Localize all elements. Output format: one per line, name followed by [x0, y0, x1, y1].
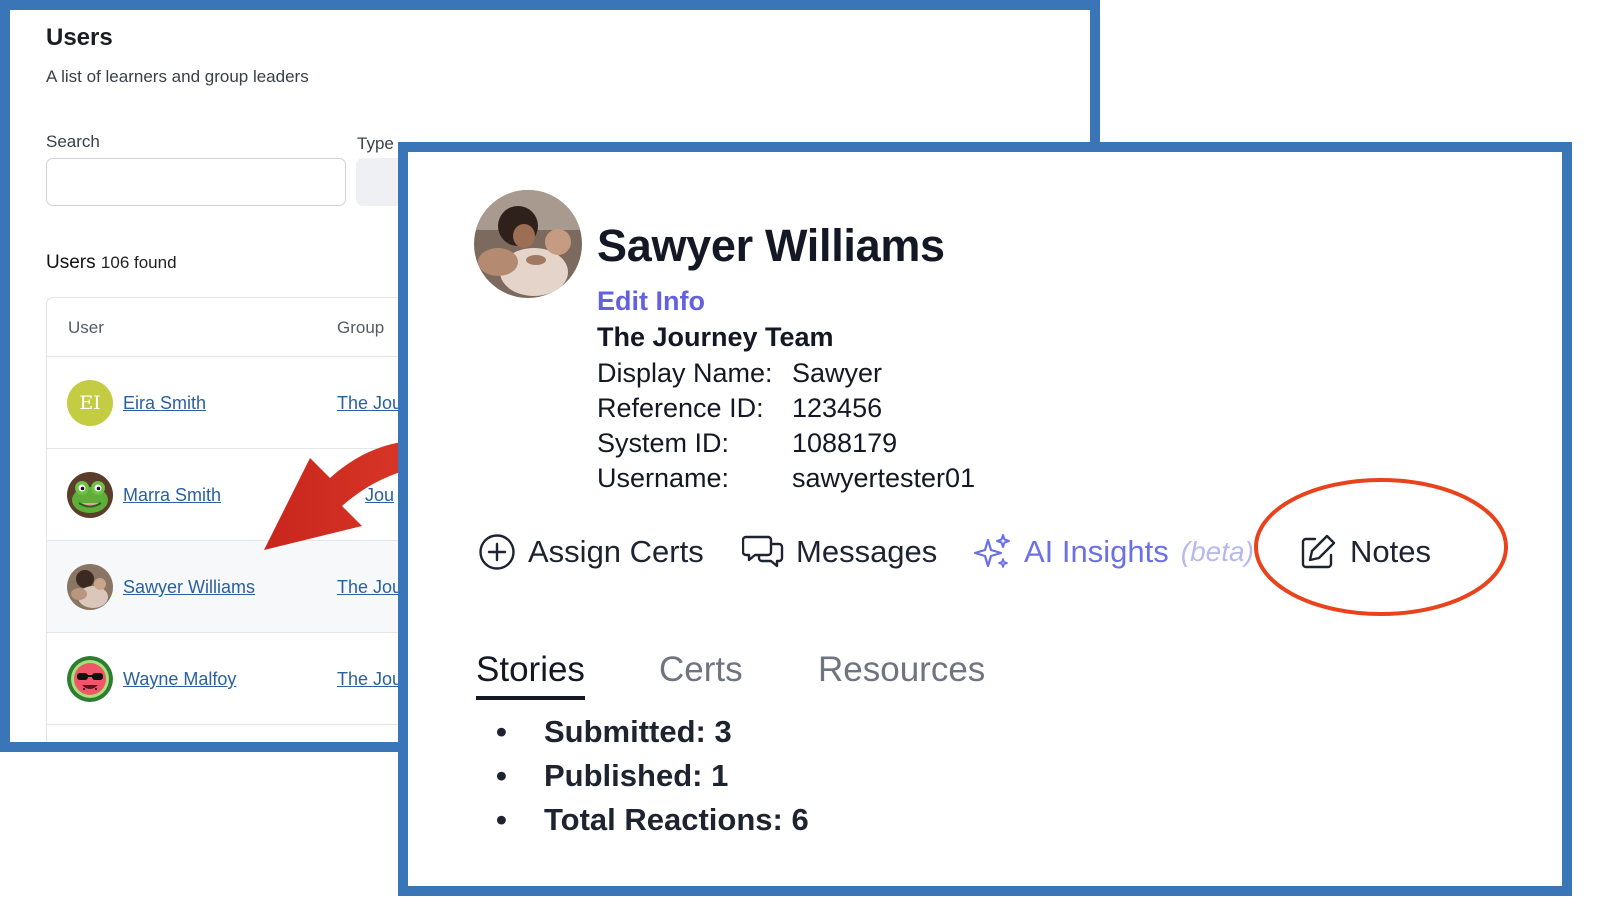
- plus-circle-icon: [479, 534, 515, 570]
- system-id-row: System ID: 1088179: [597, 428, 897, 459]
- messages-button[interactable]: Messages: [742, 528, 937, 576]
- profile-photo: [474, 190, 582, 298]
- display-name-label: Display Name:: [597, 358, 773, 388]
- search-input[interactable]: [46, 158, 346, 206]
- frog-avatar-icon: [67, 472, 113, 518]
- tab-stories[interactable]: Stories: [476, 650, 585, 700]
- watermelon-avatar-icon: [67, 656, 113, 702]
- page-title: Users: [46, 24, 113, 51]
- reference-id-row: Reference ID: 123456: [597, 393, 882, 424]
- system-id-label: System ID:: [597, 428, 730, 458]
- system-id-value: 1088179: [792, 428, 898, 458]
- ai-insights-button[interactable]: AI Insights (beta): [972, 528, 1254, 576]
- username-row: Username: sawyertester01: [597, 463, 975, 494]
- group-link[interactable]: The Jou: [337, 577, 402, 598]
- page-subtitle: A list of learners and group leaders: [46, 67, 309, 86]
- group-link[interactable]: The Jou: [337, 393, 402, 414]
- story-stats-list: Submitted: 3 Published: 1 Total Reaction…: [484, 714, 809, 846]
- users-count-label: Users: [46, 252, 96, 273]
- reference-id-label: Reference ID:: [597, 393, 764, 423]
- assign-certs-button[interactable]: Assign Certs: [478, 528, 704, 576]
- search-label: Search: [46, 132, 100, 151]
- display-name-value: Sawyer: [792, 358, 883, 388]
- username-label: Username:: [597, 463, 730, 493]
- ai-insights-label: AI Insights: [1024, 534, 1169, 569]
- username-value: sawyertester01: [792, 463, 976, 493]
- list-item: Submitted: 3: [484, 714, 809, 758]
- messages-label: Messages: [796, 534, 938, 569]
- tab-certs[interactable]: Certs: [659, 650, 743, 690]
- avatar: EI: [67, 380, 113, 426]
- user-link[interactable]: Eira Smith: [123, 393, 206, 414]
- assign-certs-label: Assign Certs: [528, 534, 704, 569]
- chat-bubbles-icon: [742, 535, 784, 568]
- user-link[interactable]: Wayne Malfoy: [123, 669, 236, 690]
- user-link[interactable]: Sawyer Williams: [123, 577, 255, 598]
- users-count-value: 106 found: [100, 253, 177, 272]
- user-profile-panel: Sawyer Williams Edit Info The Journey Te…: [398, 142, 1572, 896]
- user-link[interactable]: Marra Smith: [123, 485, 221, 506]
- list-item: Published: 1: [484, 758, 809, 802]
- reference-id-value: 123456: [792, 393, 883, 423]
- tab-resources[interactable]: Resources: [818, 650, 985, 690]
- column-header-user: User: [68, 318, 104, 337]
- profile-team: The Journey Team: [597, 322, 834, 352]
- list-item: Total Reactions: 6: [484, 802, 809, 846]
- beta-badge: (beta): [1180, 536, 1254, 567]
- profile-name: Sawyer Williams: [597, 220, 945, 271]
- edit-info-link[interactable]: Edit Info: [597, 286, 705, 317]
- column-header-group: Group: [337, 318, 385, 337]
- display-name-row: Display Name: Sawyer: [597, 358, 882, 389]
- group-link[interactable]: The Jou: [337, 669, 402, 690]
- users-count: Users 106 found: [46, 252, 177, 274]
- highlight-circle-icon: [1254, 478, 1508, 616]
- sparkles-icon: [973, 534, 1010, 568]
- photo-avatar-icon: [67, 564, 113, 610]
- type-label: Type: [357, 134, 394, 153]
